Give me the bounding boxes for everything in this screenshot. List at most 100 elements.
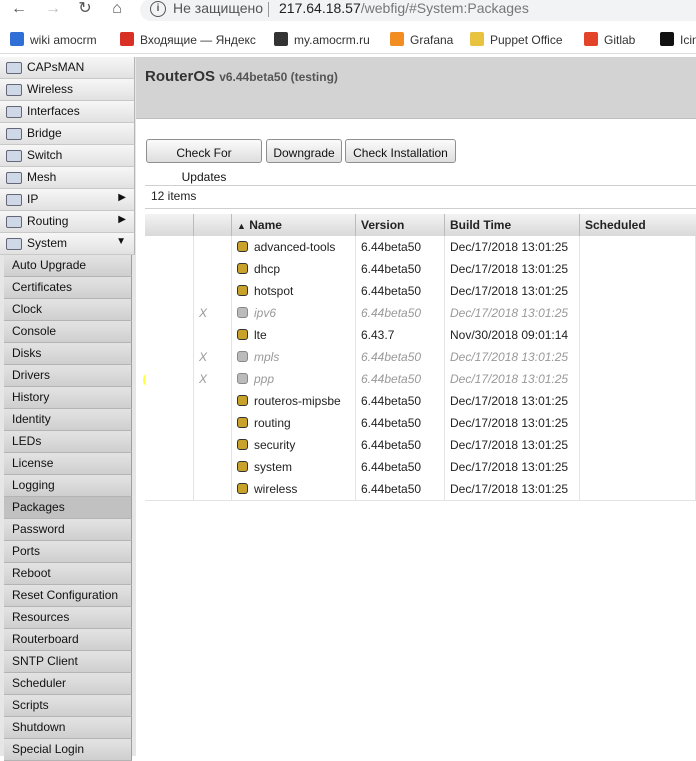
submenu-item-label: Auto Upgrade [12, 258, 87, 272]
package-build-time: Dec/17/2018 13:01:25 [445, 368, 580, 390]
package-icon [237, 307, 248, 318]
bookmark-2[interactable]: my.amocrm.ru [274, 32, 370, 47]
menu-item-capsman[interactable]: CAPsMAN [0, 57, 135, 79]
submenu-item-label: SNTP Client [12, 654, 78, 668]
submenu-item-resources[interactable]: Resources [4, 607, 132, 629]
row-flag: X [194, 368, 232, 390]
submenu-item-label: Identity [12, 412, 51, 426]
submenu-item-history[interactable]: History [4, 387, 132, 409]
table-row[interactable]: Xppp 6.44beta50 Dec/17/2018 13:01:25 [145, 368, 696, 391]
submenu-item-logging[interactable]: Logging [4, 475, 132, 497]
package-name: ipv6 [232, 302, 356, 324]
reload-icon[interactable]: ↻ [74, 0, 96, 20]
submenu-item-reset-configuration[interactable]: Reset Configuration [4, 585, 132, 607]
submenu-item-scheduler[interactable]: Scheduler [4, 673, 132, 695]
downgrade-button[interactable]: Downgrade [266, 139, 342, 163]
menu-item-routing[interactable]: Routing ▶ [0, 211, 135, 233]
menu-item-ip[interactable]: IP ▶ [0, 189, 135, 211]
url-text[interactable]: 217.64.18.57/webfig/#System:Packages [279, 0, 529, 16]
page-header: RouterOS v6.44beta50 (testing) [136, 57, 696, 119]
menu-item-wireless[interactable]: Wireless [0, 79, 135, 101]
submenu-item-ports[interactable]: Ports [4, 541, 132, 563]
header-version[interactable]: Version [356, 214, 445, 236]
bookmark-6[interactable]: Icin [660, 32, 696, 47]
bookmark-4[interactable]: Puppet Office [470, 32, 563, 47]
home-icon[interactable]: ⌂ [106, 0, 128, 20]
submenu-item-disks[interactable]: Disks [4, 343, 132, 365]
table-row[interactable]: hotspot 6.44beta50 Dec/17/2018 13:01:25 [145, 280, 696, 303]
package-version: 6.44beta50 [356, 302, 445, 324]
menu-item-mesh[interactable]: Mesh [0, 167, 135, 189]
table-row[interactable]: dhcp 6.44beta50 Dec/17/2018 13:01:25 [145, 258, 696, 281]
back-icon[interactable]: ← [8, 0, 30, 20]
package-icon [237, 417, 248, 428]
table-row[interactable]: Xipv6 6.44beta50 Dec/17/2018 13:01:25 [145, 302, 696, 325]
row-flag [194, 390, 232, 412]
table-row[interactable]: wireless 6.44beta50 Dec/17/2018 13:01:25 [145, 478, 696, 501]
security-label: Не защищено [173, 0, 263, 16]
submenu-item-label: License [12, 456, 54, 470]
table-row[interactable]: lte 6.43.7 Nov/30/2018 09:01:14 [145, 324, 696, 347]
submenu-item-clock[interactable]: Clock [4, 299, 132, 321]
submenu-item-scripts[interactable]: Scripts [4, 695, 132, 717]
submenu-item-console[interactable]: Console [4, 321, 132, 343]
header-select[interactable] [145, 214, 194, 236]
package-name-text: hotspot [254, 284, 294, 298]
submenu-item-auto-upgrade[interactable]: Auto Upgrade [4, 255, 132, 277]
package-name-text: mpls [254, 350, 280, 364]
info-icon[interactable]: i [150, 1, 166, 17]
package-scheduled [580, 390, 696, 412]
submenu-item-sntp-client[interactable]: SNTP Client [4, 651, 132, 673]
bookmark-3[interactable]: Grafana [390, 32, 453, 47]
check-for-updates-button[interactable]: Check For Updates [146, 139, 262, 184]
menu-item-label: Switch [27, 148, 63, 162]
menu-item-label: CAPsMAN [27, 60, 85, 74]
forward-icon[interactable]: → [42, 0, 64, 20]
page-title: RouterOS v6.44beta50 (testing) [145, 68, 338, 85]
package-build-time: Dec/17/2018 13:01:25 [445, 346, 580, 368]
grafana-icon [390, 32, 404, 46]
submenu-item-certificates[interactable]: Certificates [4, 277, 132, 299]
package-scheduled [580, 324, 696, 346]
submenu-item-packages[interactable]: Packages [4, 497, 132, 519]
url-path: /webfig/#System:Packages [360, 0, 529, 16]
package-scheduled [580, 412, 696, 434]
package-build-time: Dec/17/2018 13:01:25 [445, 390, 580, 412]
submenu-item-drivers[interactable]: Drivers [4, 365, 132, 387]
bookmarks-bar: wiki amocrm Входящие — Яндекс my.amocrm.ru… [0, 27, 696, 54]
bookmark-0[interactable]: wiki amocrm [10, 32, 97, 47]
table-row[interactable]: routeros-mipsbe 6.44beta50 Dec/17/2018 13:… [145, 390, 696, 413]
submenu-item-identity[interactable]: Identity [4, 409, 132, 431]
menu-item-bridge[interactable]: Bridge [0, 123, 135, 145]
bookmark-1[interactable]: Входящие — Яндекс [120, 32, 256, 47]
bookmark-label: Grafana [410, 33, 454, 47]
menu-item-switch[interactable]: Switch [0, 145, 135, 167]
package-name: system [232, 456, 356, 478]
package-name-text: dhcp [254, 262, 281, 276]
header-build-time[interactable]: Build Time [445, 214, 580, 236]
address-bar[interactable]: i Не защищено 217.64.18.57/webfig/#Syste… [140, 0, 696, 21]
row-flag [194, 324, 232, 346]
submenu-item-special-login[interactable]: Special Login [4, 739, 132, 761]
menu-item-label: Routing [27, 214, 69, 228]
submenu-item-leds[interactable]: LEDs [4, 431, 132, 453]
menu-item-interfaces[interactable]: Interfaces [0, 101, 135, 123]
header-name[interactable]: ▲ Name [232, 214, 356, 236]
header-flags[interactable] [194, 214, 232, 236]
table-row[interactable]: routing 6.44beta50 Dec/17/2018 13:01:25 [145, 412, 696, 435]
menu-item-system[interactable]: System ▼ [0, 233, 135, 255]
table-row[interactable]: Xmpls 6.44beta50 Dec/17/2018 13:01:25 [145, 346, 696, 369]
table-row[interactable]: system 6.44beta50 Dec/17/2018 13:01:25 [145, 456, 696, 479]
submenu-item-reboot[interactable]: Reboot [4, 563, 132, 585]
bookmark-5[interactable]: Gitlab [584, 32, 635, 47]
puppet-icon [470, 32, 484, 46]
submenu-item-shutdown[interactable]: Shutdown [4, 717, 132, 739]
submenu-item-password[interactable]: Password [4, 519, 132, 541]
check-installation-button[interactable]: Check Installation [345, 139, 456, 163]
table-row[interactable]: advanced-tools 6.44beta50 Dec/17/2018 13:0… [145, 236, 696, 259]
package-version: 6.44beta50 [356, 346, 445, 368]
header-scheduled[interactable]: Scheduled [580, 214, 696, 236]
submenu-item-routerboard[interactable]: Routerboard [4, 629, 132, 651]
table-row[interactable]: security 6.44beta50 Dec/17/2018 13:01:25 [145, 434, 696, 457]
submenu-item-license[interactable]: License [4, 453, 132, 475]
